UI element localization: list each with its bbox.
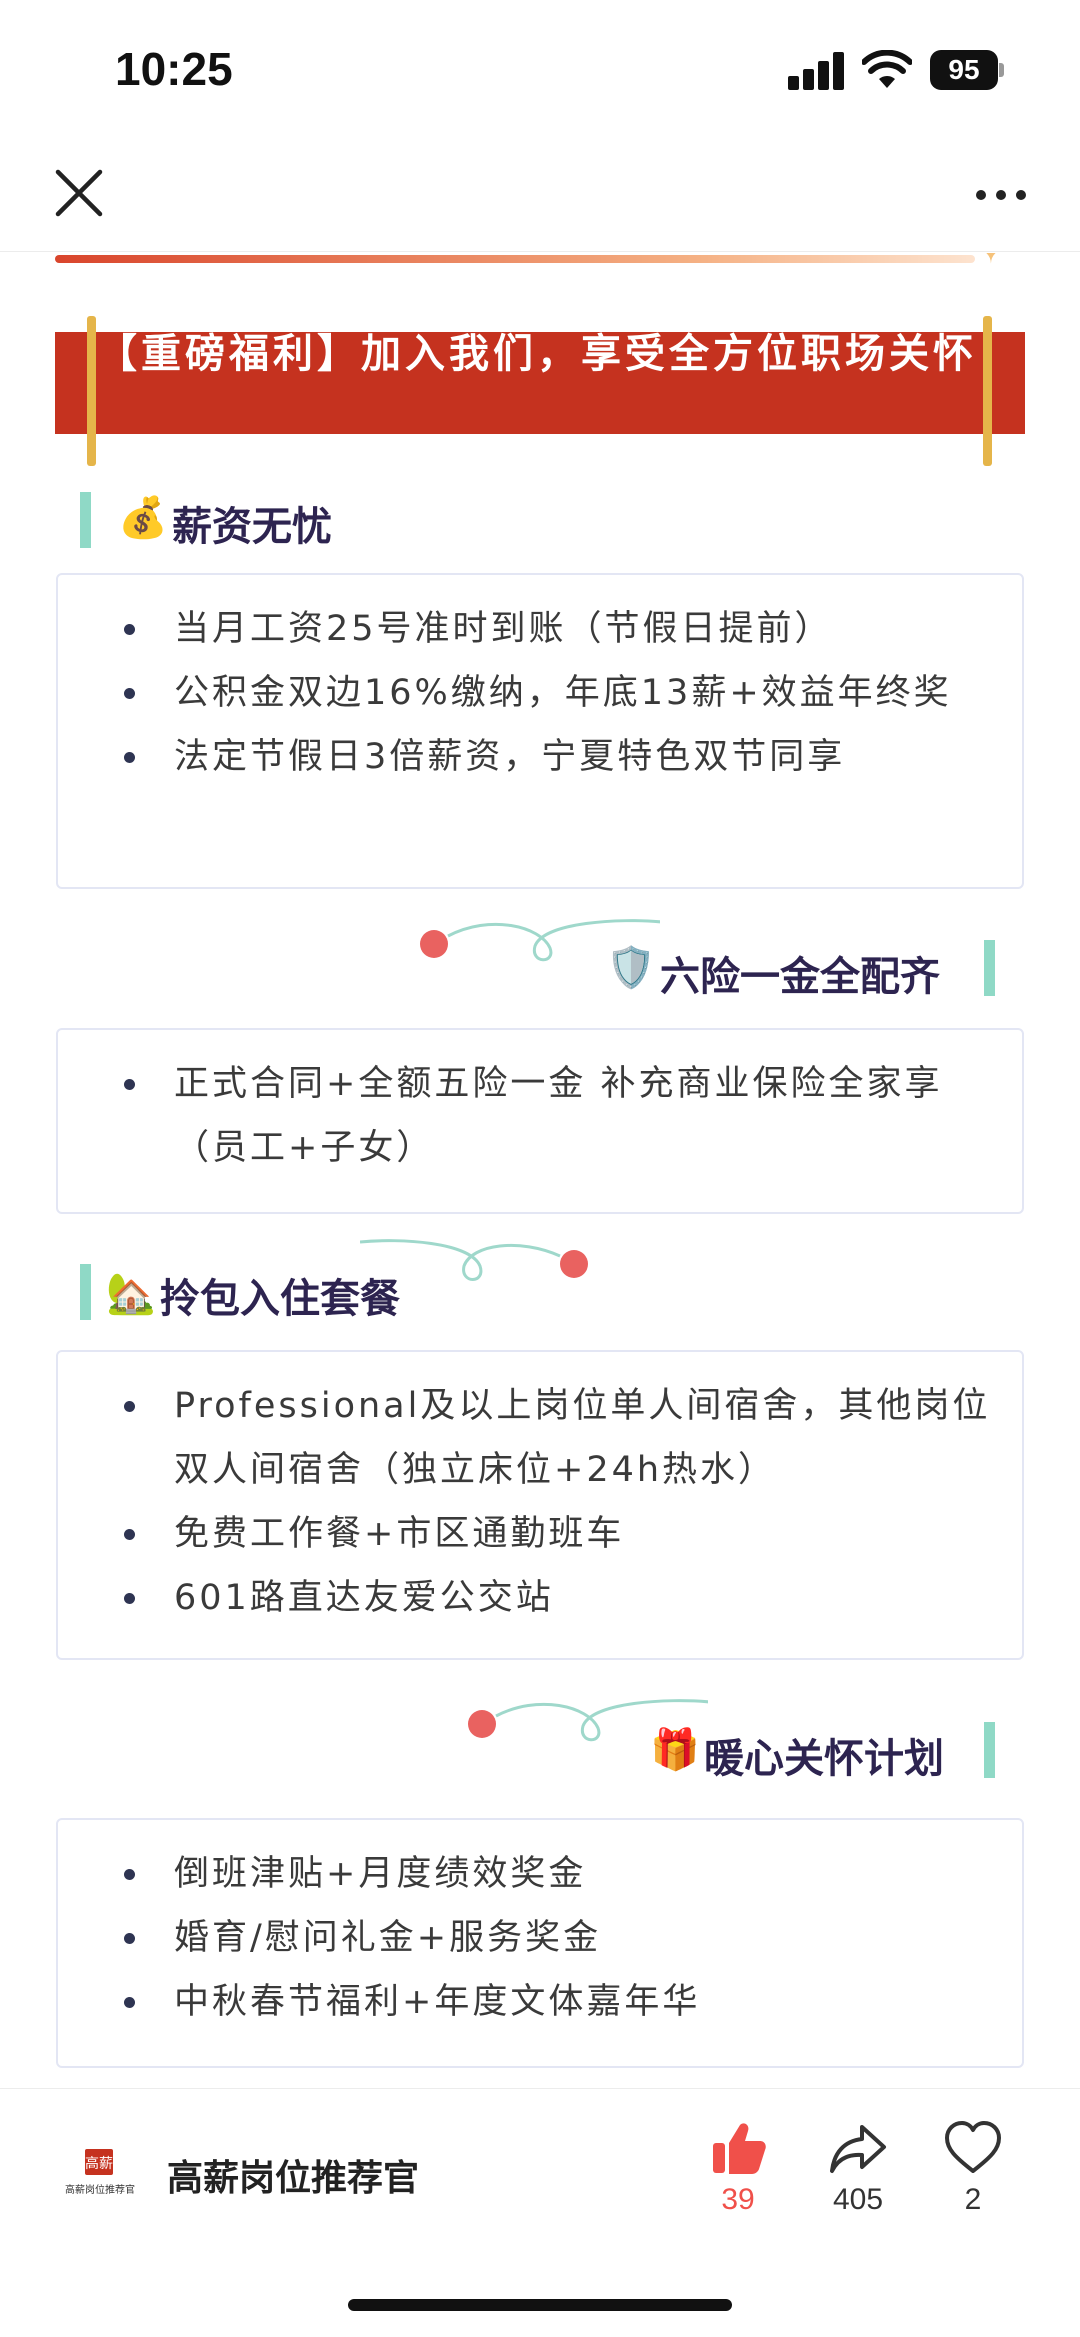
battery-icon: 95 (930, 50, 1004, 90)
share-count: 405 (832, 2183, 884, 2216)
section-header-housing: 🏡 拎包入住套餐 (80, 1262, 480, 1322)
section-title: 薪资无忧 (172, 504, 332, 550)
section-title: 拎包入住套餐 (160, 1276, 400, 1322)
section-header-insurance: 🛡️ 六险一金全配齐 (600, 940, 1000, 1000)
banner-right-bar (983, 316, 992, 466)
section-header-salary: 💰 薪资无忧 (80, 490, 480, 550)
cellular-signal-icon (788, 52, 846, 90)
list-item: 公积金双边16%缴纳，年底13薪+效益年终奖 (116, 661, 992, 725)
section-title: 六险一金全配齐 (660, 954, 940, 1000)
logo-text: 高薪岗位推荐官 (65, 2183, 135, 2196)
section-card-salary: 当月工资25号准时到账（节假日提前） 公积金双边16%缴纳，年底13薪+效益年终… (56, 573, 1024, 889)
bottom-bar: 高薪 高薪岗位推荐官 高薪岗位推荐官 39 405 2 (0, 2088, 1080, 2337)
like-count: 39 (721, 2183, 755, 2216)
like-button[interactable]: 39 (688, 2119, 788, 2217)
section-card-insurance: 正式合同+全额五险一金 补充商业保险全家享（员工+子女） (56, 1028, 1024, 1214)
status-time: 10:25 (115, 43, 233, 95)
list-item: 当月工资25号准时到账（节假日提前） (116, 597, 992, 661)
section-card-housing: Professional及以上岗位单人间宿舍，其他岗位双人间宿舍（独立床位+24… (56, 1350, 1024, 1660)
article-content[interactable]: ✦ 【重磅福利】加入我们，享受全方位职场关怀 💰 薪资无忧 当月工资25号准时到… (0, 253, 1080, 2088)
author-name[interactable]: 高薪岗位推荐官 (167, 2149, 419, 2201)
list-item: 601路直达友爱公交站 (116, 1566, 992, 1630)
list-item: 中秋春节福利+年度文体嘉年华 (116, 1970, 992, 2034)
section-header-care: 🎁 暖心关怀计划 (640, 1722, 1000, 1782)
more-options-icon[interactable] (972, 184, 1030, 208)
banner-title: 【重磅福利】加入我们，享受全方位职场关怀 (97, 331, 977, 377)
shield-icon: 🛡️ (606, 945, 656, 991)
list-item: 法定节假日3倍薪资，宁夏特色双节同享 (116, 725, 992, 789)
svg-text:高薪: 高薪 (85, 2155, 113, 2172)
sparkle-icon: ✦ (975, 253, 1007, 272)
battery-level: 95 (930, 50, 998, 90)
close-icon[interactable] (50, 164, 108, 222)
list-item: 倒班津贴+月度绩效奖金 (116, 1842, 992, 1906)
favorite-count: 2 (964, 2183, 982, 2216)
heart-icon (945, 2121, 1001, 2173)
author-logo[interactable]: 高薪 高薪岗位推荐官 (55, 2145, 145, 2205)
share-icon (830, 2125, 886, 2173)
wifi-icon (862, 50, 912, 88)
section-card-care: 倒班津贴+月度绩效奖金 婚育/慰问礼金+服务奖金 中秋春节福利+年度文体嘉年华 (56, 1818, 1024, 2068)
gift-icon: 🎁 (650, 1727, 700, 1773)
favorite-button[interactable]: 2 (923, 2119, 1023, 2217)
home-indicator[interactable] (348, 2299, 732, 2311)
welfare-banner: 【重磅福利】加入我们，享受全方位职场关怀 (55, 316, 1025, 466)
money-bag-icon: 💰 (118, 495, 168, 541)
status-bar: 10:25 95 (0, 0, 1080, 140)
decorative-line (55, 255, 975, 263)
house-icon: 🏡 (106, 1271, 156, 1317)
list-item: 正式合同+全额五险一金 补充商业保险全家享（员工+子女） (116, 1052, 992, 1180)
list-item: 免费工作餐+市区通勤班车 (116, 1502, 992, 1566)
nav-bar (0, 140, 1080, 252)
thumbs-up-icon (713, 2123, 766, 2174)
share-button[interactable]: 405 (808, 2119, 908, 2217)
list-item: 婚育/慰问礼金+服务奖金 (116, 1906, 992, 1970)
banner-left-bar (87, 316, 96, 466)
list-item: Professional及以上岗位单人间宿舍，其他岗位双人间宿舍（独立床位+24… (116, 1374, 992, 1502)
section-title: 暖心关怀计划 (704, 1736, 944, 1782)
